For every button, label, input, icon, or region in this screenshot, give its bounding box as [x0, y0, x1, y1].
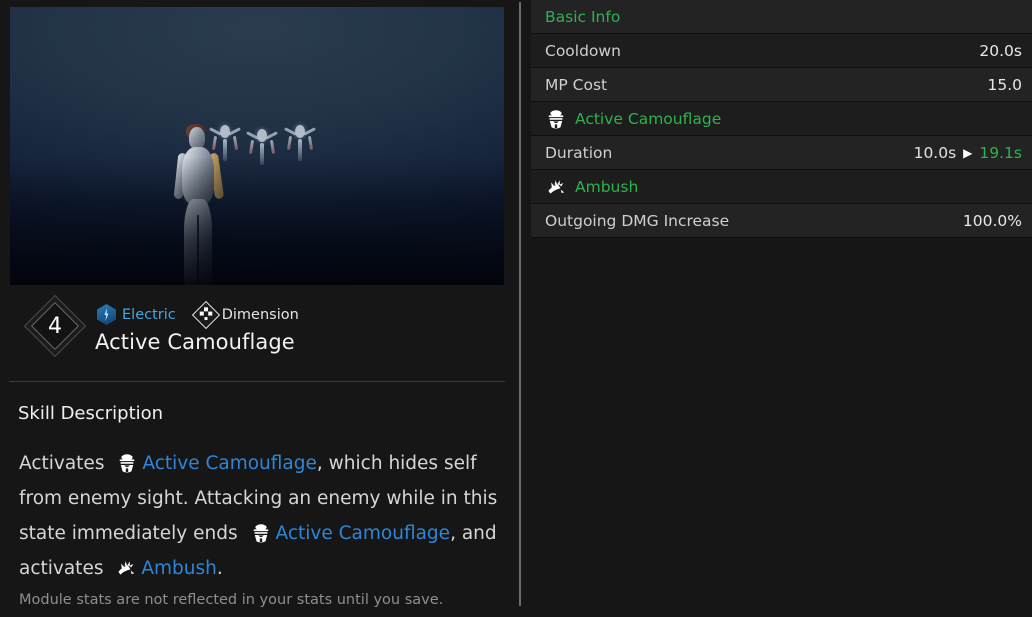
desc-link-ambush[interactable]: Ambush — [141, 558, 217, 579]
skill-level-value: 4 — [48, 313, 62, 339]
enemy-wisp — [284, 123, 316, 161]
skill-header: 4 Electric Dimension Active Camouflage — [0, 292, 519, 378]
stat-label-duration: Duration — [545, 143, 613, 162]
skill-description-body: Activates Active Camouflage, which hides… — [19, 446, 505, 586]
skill-left-panel: 4 Electric Dimension Active Camouflage S… — [0, 0, 519, 617]
skill-level-badge: 4 — [23, 294, 87, 358]
skill-tag-dimension: Dimension — [191, 300, 299, 329]
stats-section-label-wrap: Ambush — [545, 176, 638, 198]
desc-text-1: Activates — [19, 453, 105, 474]
stat-label-mp-cost: MP Cost — [545, 75, 608, 94]
stat-value-cooldown: 20.0s — [979, 41, 1022, 60]
ambush-icon — [545, 176, 567, 198]
panel-divider — [519, 2, 521, 606]
skill-tag-electric: Electric — [97, 304, 176, 325]
module-save-note: Module stats are not reflected in your s… — [19, 592, 444, 608]
scene-ground-haze — [10, 157, 504, 285]
skill-description-heading: Skill Description — [18, 403, 164, 424]
camouflage-icon — [545, 108, 567, 130]
dimension-tag-label: Dimension — [221, 306, 299, 323]
stat-label-cooldown: Cooldown — [545, 41, 621, 60]
camouflage-icon — [116, 452, 138, 474]
stat-value-duration: 10.0s ▶ 19.1s — [914, 144, 1022, 162]
stat-upgrade-arrow-icon: ▶ — [963, 145, 973, 160]
stats-section-label: Basic Info — [545, 7, 621, 26]
electric-icon — [97, 304, 116, 325]
stat-value-duration-to: 19.1s — [979, 143, 1022, 162]
stat-row-mp-cost: MP Cost 15.0 — [531, 68, 1032, 102]
skill-tag-row: Electric Dimension — [97, 300, 299, 329]
stat-label-outgoing-dmg: Outgoing DMG Increase — [545, 211, 730, 230]
stat-row-outgoing-dmg-increase: Outgoing DMG Increase 100.0% — [531, 204, 1032, 238]
stats-section-basic-info: Basic Info — [531, 0, 1032, 34]
character-head — [189, 127, 205, 149]
skill-stats-panel: Basic Info Cooldown 20.0s MP Cost 15.0 A… — [531, 0, 1032, 617]
header-divider — [9, 381, 505, 382]
stat-row-cooldown: Cooldown 20.0s — [531, 34, 1032, 68]
stats-section-label-wrap: Active Camouflage — [545, 108, 721, 130]
stat-value-duration-from: 10.0s — [913, 143, 957, 162]
stats-section-text: Active Camouflage — [575, 109, 722, 128]
stats-section-active-camouflage: Active Camouflage — [531, 102, 1032, 136]
stats-section-ambush: Ambush — [531, 170, 1032, 204]
enemy-wisp — [209, 123, 241, 161]
desc-link-camouflage-1[interactable]: Active Camouflage — [142, 453, 317, 474]
dimension-icon — [191, 300, 220, 329]
electric-tag-label: Electric — [122, 306, 176, 323]
stats-section-text: Ambush — [575, 177, 639, 196]
skill-title: Active Camouflage — [95, 330, 295, 354]
ambush-icon — [115, 557, 137, 579]
stat-value-outgoing-dmg: 100.0% — [962, 211, 1022, 230]
stat-row-duration: Duration 10.0s ▶ 19.1s — [531, 136, 1032, 170]
skill-detail-screen: 4 Electric Dimension Active Camouflage S… — [0, 0, 1032, 617]
skill-preview-video[interactable] — [10, 7, 504, 285]
camouflage-icon — [250, 522, 272, 544]
stat-value-mp-cost: 15.0 — [987, 75, 1022, 94]
desc-text-4: . — [216, 558, 223, 579]
desc-link-camouflage-2[interactable]: Active Camouflage — [276, 523, 451, 544]
